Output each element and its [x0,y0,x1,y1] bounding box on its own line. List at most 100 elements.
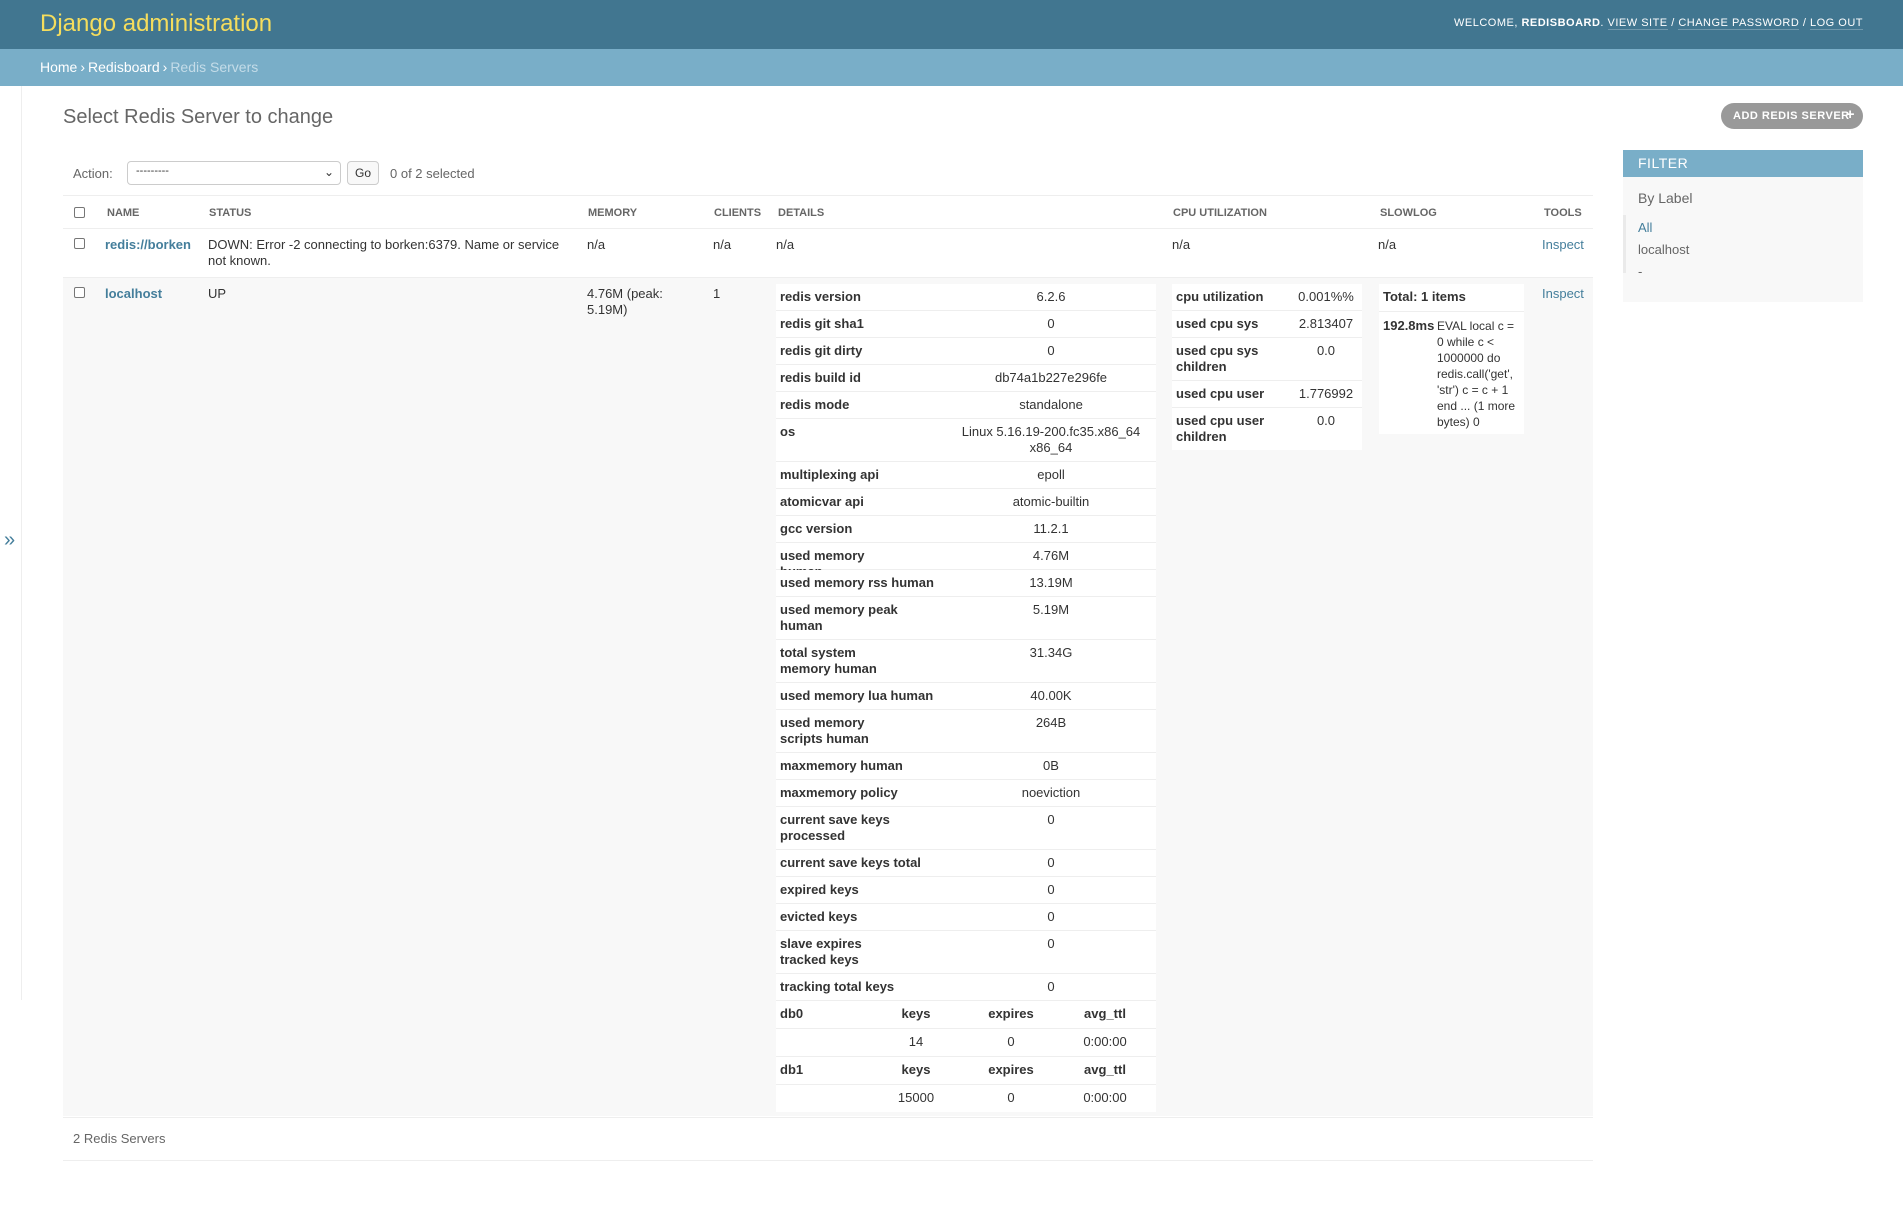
add-redis-server-button[interactable]: Add Redis Server + [1721,103,1863,129]
column-header-slowlog[interactable]: Slowlog [1380,207,1437,219]
details-row: total system memory human 31.34G [776,640,1156,683]
details-row: redis mode standalone [776,392,1156,419]
details-row: tracking total keys 0 [776,974,1156,1001]
slowlog-table: Total: 1 items 192.8ms EVAL local c = 0 … [1379,284,1524,434]
row-checkbox[interactable] [74,287,85,298]
select-all-checkbox[interactable] [74,207,85,218]
server-cpu: n/a [1172,237,1191,252]
db-values-row: 14 0 0:00:00 [776,1029,1156,1057]
table-row: localhost UP 4.76M (peak: 5.19M) 1 redis… [63,278,1593,1116]
action-select-value: --------- [136,165,169,177]
server-name-link[interactable]: localhost [105,286,162,301]
filter-option-all[interactable]: All [1638,220,1652,235]
filter-option-localhost[interactable]: localhost [1638,242,1689,257]
server-memory: n/a [587,237,606,252]
details-row: slave expires tracked keys 0 [776,931,1156,974]
filter-panel: Filter By Label All localhost - [1623,150,1863,302]
table-row: redis://borken DOWN: Error -2 connecting… [63,229,1593,278]
cpu-table: cpu utilization 0.001%% used cpu sys 2.813… [1172,284,1362,450]
column-header-clients[interactable]: Clients [714,207,761,219]
details-row: redis git sha1 0 [776,311,1156,338]
inspect-link[interactable]: Inspect [1542,237,1584,252]
server-slowlog: n/a [1378,237,1397,252]
filter-title: Filter [1623,150,1863,177]
actions-bar: Action: --------- ⌄ Go 0 of 2 selected [63,160,1593,188]
server-name-link[interactable]: redis://borken [105,237,191,252]
slowlog-total-row: Total: 1 items [1379,284,1524,312]
table-header-row: Name Status Memory Clients Details CPU U… [63,196,1593,229]
user-tools: Welcome, redisboard. View site / Change … [1453,17,1863,30]
add-button-label: Add Redis Server [1733,110,1850,122]
log-out-link[interactable]: Log out [1809,17,1863,30]
divider [63,1160,1593,1161]
details-row: used memory rss human 13.19M [776,570,1156,597]
column-header-name[interactable]: Name [107,207,139,219]
details-row: redis build id db74a1b227e296fe [776,365,1156,392]
details-row: evicted keys 0 [776,904,1156,931]
selected-count: 0 of 2 selected [390,166,475,181]
column-header-details[interactable]: Details [778,207,824,219]
server-memory: 4.76M (peak: 5.19M) [587,286,663,317]
cpu-row: used cpu sys children 0.0 [1172,338,1362,381]
details-row: maxmemory human 0B [776,753,1156,780]
server-clients: n/a [713,237,732,252]
breadcrumb-app[interactable]: Redisboard [88,59,160,75]
action-label: Action: [73,166,113,181]
username: redisboard [1521,17,1601,29]
cpu-row: used cpu user children 0.0 [1172,408,1362,450]
db-header-row: db1 keys expires avg_ttl [776,1057,1156,1085]
column-header-memory[interactable]: Memory [588,207,637,219]
details-row: used memory lua human 40.00K [776,683,1156,710]
view-site-link[interactable]: View site [1607,17,1668,30]
details-row: current save keys total 0 [776,850,1156,877]
chevron-down-icon: ⌄ [323,165,334,179]
server-details: n/a [776,237,795,252]
breadcrumb-current: Redis Servers [170,59,259,75]
details-row: redis version 6.2.6 [776,284,1156,311]
welcome-text: Welcome, [1453,17,1518,29]
column-header-cpu[interactable]: CPU Utilization [1173,207,1267,219]
header: Django administration Welcome, redisboar… [0,0,1903,49]
plus-icon: + [1845,106,1855,123]
details-row: os Linux 5.16.19-200.fc35.x86_64 x86_64 [776,419,1156,462]
details-row: gcc version 11.2.1 [776,516,1156,543]
cpu-row: used cpu sys 2.813407 [1172,311,1362,338]
slowlog-command: EVAL local c = 0 while c < 1000000 do re… [1437,319,1516,429]
server-status: DOWN: Error -2 connecting to borken:6379… [208,237,560,268]
details-row: current save keys processed 0 [776,807,1156,850]
details-row: used memory peak human 5.19M [776,597,1156,640]
server-clients: 1 [713,286,721,301]
details-row: redis git dirty 0 [776,338,1156,365]
inspect-link[interactable]: Inspect [1542,286,1584,301]
details-table: redis version 6.2.6 redis git sha1 0 redis… [776,284,1156,1112]
page-title: Select Redis Server to change [63,106,334,128]
double-chevron-right-icon[interactable]: » [4,530,15,550]
details-row: used memory scripts human 264B [776,710,1156,753]
cpu-row: cpu utilization 0.001%% [1172,284,1362,311]
details-row: expired keys 0 [776,877,1156,904]
db-header-row: db0 keys expires avg_ttl [776,1001,1156,1029]
column-header-tools[interactable]: Tools [1544,207,1582,219]
slowlog-entry: 192.8ms EVAL local c = 0 while c < 10000… [1379,312,1524,434]
filter-indicator [1623,215,1626,273]
result-table: Name Status Memory Clients Details CPU U… [63,195,1593,1118]
change-password-link[interactable]: Change password [1678,17,1800,30]
row-checkbox[interactable] [74,238,85,249]
details-row: used memory human4.76M [776,543,1156,579]
site-brand[interactable]: Django administration [40,10,272,38]
db-values-row: 15000 0 0:00:00 [776,1085,1156,1112]
breadcrumb: Home › Redisboard › Redis Servers [0,49,1903,86]
cpu-row: used cpu user 1.776992 [1172,381,1362,408]
action-select[interactable]: --------- ⌄ [127,161,341,185]
column-header-status[interactable]: Status [209,207,251,219]
breadcrumb-home[interactable]: Home [40,59,77,75]
paginator: 2 Redis Servers [73,1131,166,1146]
server-status: UP [208,286,227,301]
slowlog-duration: 192.8ms [1383,318,1435,333]
filter-option-empty[interactable]: - [1638,264,1642,279]
filter-by-label: By Label [1638,190,1693,206]
details-row: maxmemory policy noeviction [776,780,1156,807]
nav-sidebar-toggle[interactable]: » [0,86,22,1000]
go-button[interactable]: Go [347,161,379,185]
details-row: atomicvar api atomic-builtin [776,489,1156,516]
